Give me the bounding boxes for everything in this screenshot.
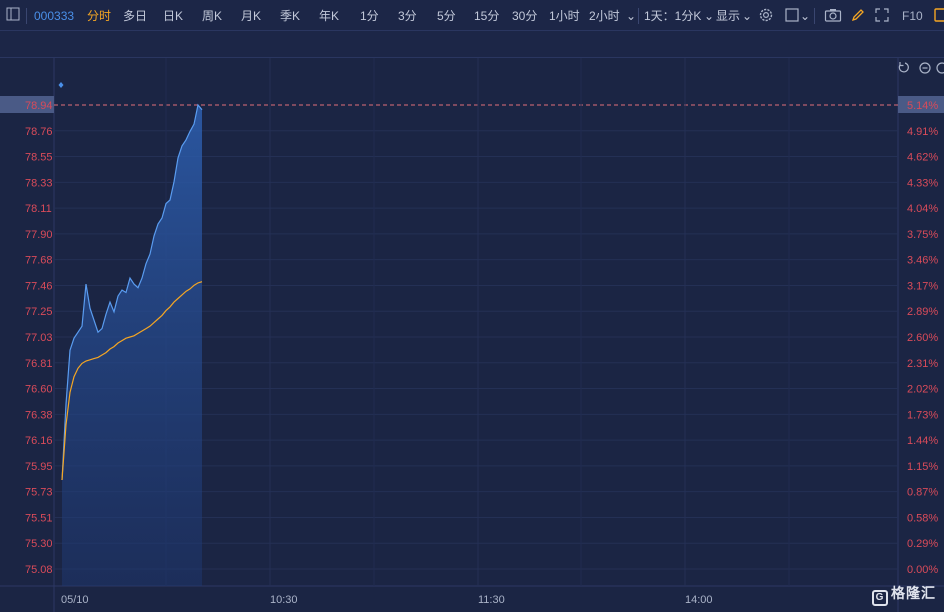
chevron-down-icon[interactable]: ⌄ [626,8,636,24]
period-tab[interactable]: 多日 [123,8,147,24]
chevron-down-icon[interactable]: ⌄ [800,8,810,24]
chart-canvas[interactable]: 78.94 78.76 78.55 78.33 78.11 77.90 77.68 77.46… [0,58,944,612]
period-tab[interactable]: 1小时 [549,8,580,24]
period-tab[interactable]: 1分 [360,8,379,24]
price-tick-label: 75.95 [25,461,53,473]
percent-tick-label: 2.89% [907,306,938,318]
time-tick-label: 10:30 [270,594,298,606]
panel-toggle-icon[interactable] [932,7,944,23]
percent-tick-label: 1.15% [907,461,938,473]
sidebar-toggle-icon[interactable] [6,7,24,23]
percent-tick-label: 4.33% [907,177,938,189]
percent-tick-label: 4.91% [907,126,938,138]
camera-icon[interactable] [824,7,842,23]
percent-tick-label: 3.75% [907,229,938,241]
f10-button[interactable]: F10 [902,8,923,24]
price-tick-label: 78.33 [25,177,53,189]
period-tab[interactable]: 月K [241,8,261,24]
price-tick-label: 78.11 [25,203,52,215]
period-tab[interactable]: 5分 [437,8,456,24]
period-tab[interactable]: 2小时 [589,8,620,24]
price-tick-label: 75.30 [25,538,53,550]
drawing-toolbar: Aa [0,31,944,83]
percent-tick-label: 0.29% [907,538,938,550]
time-tick-label: 11:30 [478,594,505,606]
price-tick-label: 75.51 [25,512,53,524]
price-tick-label: 77.03 [25,332,53,344]
chevron-down-icon[interactable]: ⌄ [742,8,752,24]
settings-gear-icon[interactable] [758,7,776,23]
percent-tick-label: 1.73% [907,409,938,421]
price-tick-label: 77.90 [25,229,53,241]
percent-tick-label: 2.60% [907,332,938,344]
price-tick-label: 76.60 [25,384,53,396]
price-tick-label: 76.16 [25,435,53,447]
time-tick-label: 14:00 [685,594,713,606]
stock-code[interactable]: 000333 [34,8,74,24]
period-tab[interactable]: 年K [319,8,339,24]
intraday-chart[interactable]: 78.94 78.76 78.55 78.33 78.11 77.90 77.68 77.46… [0,58,944,612]
period-tab[interactable]: 季K [280,8,300,24]
time-tick-label: 05/10 [61,594,89,606]
percent-tick-label: 3.17% [907,280,938,292]
percent-tick-label: 0.58% [907,512,938,524]
percent-tick-label: 0.87% [907,487,938,499]
price-tick-label: 76.38 [25,409,53,421]
price-tick-label: 77.68 [25,255,53,267]
period-tab[interactable]: 分时 [87,8,111,24]
period-tab[interactable]: 周K [202,8,222,24]
percent-tick-label: 3.46% [907,255,938,267]
percent-tick-label: 2.02% [907,384,938,396]
price-tick-label: 77.25 [25,306,53,318]
fullscreen-icon[interactable] [874,7,892,23]
more-periods-dropdown[interactable]: 1天：1分K [644,8,701,24]
price-tick-label: 75.08 [25,564,53,576]
price-tick-label: 78.55 [25,152,53,164]
pencil-icon[interactable] [850,7,868,23]
period-tab[interactable]: 30分 [512,8,537,24]
price-tick-label: 78.94 [25,100,53,112]
display-dropdown[interactable]: 显示 [716,8,740,24]
watermark-logo: G 格隆汇 [872,583,936,606]
price-tick-label: 78.76 [25,126,53,138]
percent-tick-label: 1.44% [907,435,938,447]
percent-tick-label: 2.31% [907,358,938,370]
price-tick-label: 75.73 [25,487,53,499]
percent-tick-label: 4.62% [907,152,938,164]
percent-tick-label: 0.00% [907,564,938,576]
price-tick-label: 77.46 [25,280,53,292]
period-tab[interactable]: 日K [163,8,183,24]
percent-tick-label: 5.14% [907,100,938,112]
period-tab[interactable]: 3分 [398,8,417,24]
period-tab[interactable]: 15分 [474,8,499,24]
period-toolbar: 000333 分时 多日 日K 周K 月K 季K 年K 1分 3分 5分 15分 30分 1小时 2小时 … [0,0,944,31]
chevron-down-icon[interactable]: ⌄ [704,8,714,24]
price-tick-label: 76.81 [25,358,53,370]
percent-tick-label: 4.04% [907,203,938,215]
